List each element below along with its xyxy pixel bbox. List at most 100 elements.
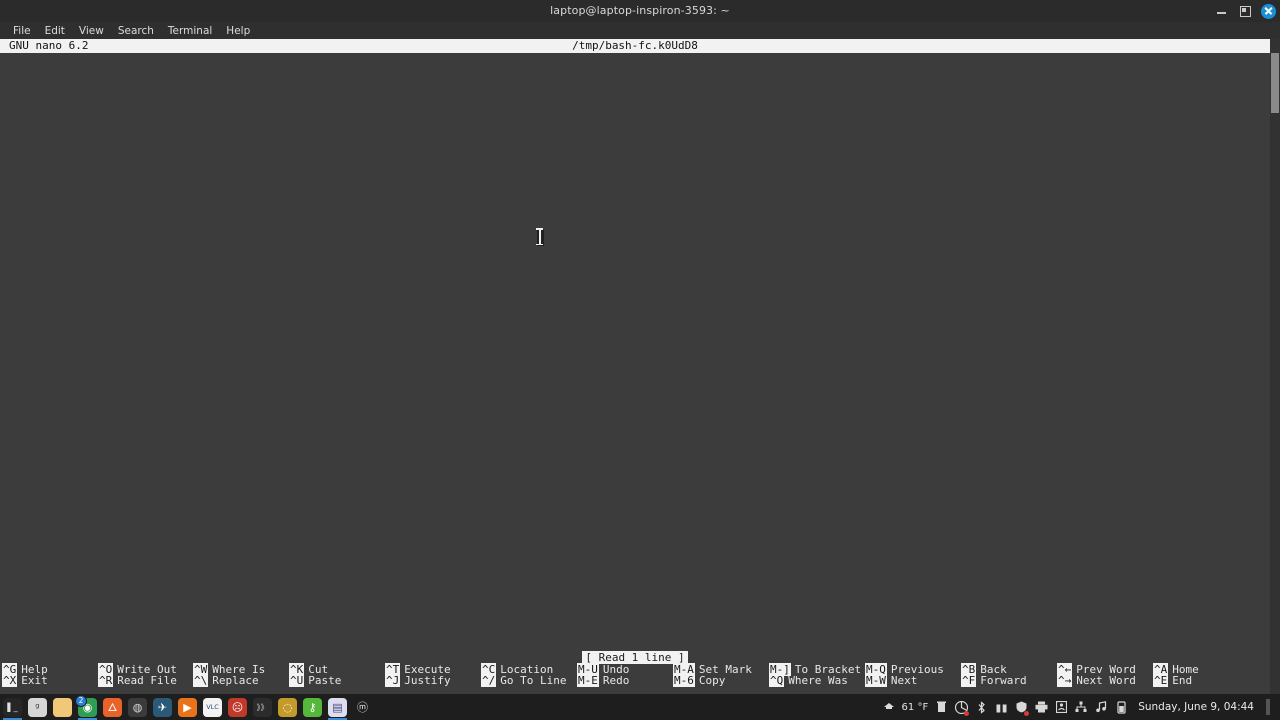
terminal-icon: ▌_ — [3, 697, 22, 717]
gift-icon[interactable] — [994, 699, 1008, 715]
nano-shortcut-read-file[interactable]: ^R Read File — [98, 674, 177, 687]
nano-shortcut-key: ^J — [385, 674, 401, 687]
panel-drag-handle[interactable] — [1266, 699, 1270, 715]
taskbar: ▌_ ᵍ ◉2 🜂 ◍ ✈ ▶ VLC ☹ 》》 ◌ ⚷ ▤ ⓜ 61 °F — [0, 694, 1280, 720]
launcher-key-app[interactable]: ⚷ — [300, 694, 325, 720]
media-player-icon: ▶ — [178, 697, 197, 717]
nano-shortcut-paste[interactable]: ^U Paste — [289, 674, 342, 687]
close-button[interactable] — [1261, 3, 1276, 19]
nano-shortcut-bar: ^G Help ^O Write Out ^W Where Is ^K Cut ^T Execut… — [0, 663, 1280, 694]
nano-shortcut-label: Replace — [212, 674, 259, 687]
taskbar-launchers: ▌_ ᵍ ◉ 2 🜂 ◍ ✈ ▶ VLC ☹ 》》 ◌ ⚷ ▤ ⓜ — [0, 694, 375, 720]
nano-shortcut-label: End — [1172, 674, 1193, 687]
volume-icon[interactable] — [1094, 699, 1108, 715]
display-icon[interactable] — [1054, 699, 1068, 715]
nano-edit-buffer[interactable] — [0, 53, 1270, 653]
nano-shortcut-exit[interactable]: ^X Exit — [2, 674, 48, 687]
nano-shortcut-key: ^F — [961, 674, 977, 687]
screen-recorder-icon: ◌ — [278, 697, 297, 717]
menu-item-file[interactable]: File — [6, 23, 38, 39]
nano-shortcut-justify[interactable]: ^J Justify — [385, 674, 451, 687]
menu-bar: File Edit View Search Terminal Help — [0, 22, 1280, 39]
mouse-ibeam-cursor — [536, 228, 544, 246]
nano-shortcut-key: ^→ — [1057, 674, 1073, 687]
launcher-screen-recorder[interactable]: ◌ — [275, 694, 300, 720]
nano-shortcut-next-word[interactable]: ^→ Next Word — [1057, 674, 1136, 687]
nano-shortcut-key: ^R — [98, 674, 114, 687]
weather-cloud-icon[interactable] — [882, 699, 896, 715]
launcher-firefox[interactable]: 🜂 — [100, 694, 125, 720]
launcher-file-manager[interactable] — [50, 694, 75, 720]
nano-shortcut-key: M-6 — [673, 674, 695, 687]
menu-item-edit[interactable]: Edit — [38, 23, 72, 39]
nano-filename-label: /tmp/bash-fc.k0UdD8 — [572, 39, 698, 52]
nano-shortcut-label: Next Word — [1076, 674, 1136, 687]
nano-shortcut-replace[interactable]: ^\ Replace — [193, 674, 259, 687]
nano-shortcut-next[interactable]: M-W Next — [865, 674, 917, 687]
bluetooth-icon[interactable] — [974, 699, 988, 715]
trash-icon[interactable] — [934, 699, 948, 715]
launcher-steam[interactable]: ✈ — [150, 694, 175, 720]
firefox-icon: 🜂 — [103, 697, 122, 717]
launcher-google-chrome[interactable]: ◉ 2 — [75, 694, 100, 720]
nano-shortcut-label: Paste — [308, 674, 342, 687]
launcher-vlc[interactable]: VLC — [200, 694, 225, 720]
launcher-badge: 2 — [75, 694, 87, 707]
nano-shortcut-key: M-W — [865, 674, 887, 687]
obs-studio-icon: ◍ — [128, 697, 147, 717]
purple-app-icon: ▤ — [328, 697, 347, 717]
maximize-button[interactable] — [1238, 4, 1252, 18]
nano-shortcut-forward[interactable]: ^F Forward — [961, 674, 1027, 687]
menu-item-search[interactable]: Search — [111, 23, 161, 39]
nano-shortcut-label: Where Was — [788, 674, 848, 687]
menu-item-view[interactable]: View — [72, 23, 111, 39]
nano-shortcut-key: ^/ — [481, 674, 497, 687]
menu-item-terminal[interactable]: Terminal — [161, 23, 219, 39]
linux-mint-icon: ⓜ — [353, 697, 372, 717]
nano-title-bar: GNU nano 6.2 /tmp/bash-fc.k0UdD8 — [0, 39, 1270, 53]
network-icon[interactable] — [1074, 699, 1088, 715]
launcher-video-editor[interactable]: 》》 — [250, 694, 275, 720]
nano-shortcut-label: Forward — [980, 674, 1027, 687]
file-manager-icon — [53, 697, 72, 717]
desktop-screen: laptop@laptop-inspiron-3593: ~ File Edit… — [0, 0, 1280, 720]
nano-shortcut-copy[interactable]: M-6 Copy — [673, 674, 726, 687]
steam-icon: ✈ — [153, 697, 172, 717]
menu-item-help[interactable]: Help — [219, 23, 257, 39]
terminal-scrollbar[interactable] — [1270, 39, 1280, 694]
nano-shortcut-redo[interactable]: M-E Redo — [577, 674, 630, 687]
battery-icon[interactable] — [1114, 699, 1128, 715]
nano-shortcut-label: Copy — [698, 674, 726, 687]
launcher-linux-mint[interactable]: ⓜ — [350, 694, 375, 720]
printer-icon[interactable] — [1034, 699, 1048, 715]
video-editor-icon: 》》 — [253, 697, 272, 717]
mate-app-icon: ᵍ — [28, 697, 47, 717]
nano-shortcut-go-to-line[interactable]: ^/Go To Line — [481, 674, 567, 687]
terminal-area[interactable]: GNU nano 6.2 /tmp/bash-fc.k0UdD8 [ Read … — [0, 39, 1280, 694]
google-chrome-icon: ◉ 2 — [75, 694, 97, 717]
launcher-red-app[interactable]: ☹ — [225, 694, 250, 720]
update-manager-icon[interactable] — [954, 699, 970, 716]
nano-shortcut-label: Go To Line — [500, 674, 567, 687]
nano-shortcut-end[interactable]: ^E End — [1153, 674, 1193, 687]
launcher-media-player[interactable]: ▶ — [175, 694, 200, 720]
clock[interactable]: Sunday, June 9, 04:44 — [1134, 701, 1258, 713]
minimize-button[interactable] — [1215, 4, 1229, 18]
launcher-purple-app[interactable]: ▤ — [325, 694, 350, 720]
shield-icon[interactable] — [1014, 699, 1030, 716]
launcher-mate-app[interactable]: ᵍ — [25, 694, 50, 720]
weather-temperature[interactable]: 61 °F — [902, 702, 929, 713]
launcher-obs-studio[interactable]: ◍ — [125, 694, 150, 720]
nano-shortcut-where-was[interactable]: ^Q Where Was — [769, 674, 848, 687]
nano-shortcut-label: Justify — [404, 674, 451, 687]
window-titlebar[interactable]: laptop@laptop-inspiron-3593: ~ — [0, 0, 1280, 22]
nano-shortcut-key: ^U — [289, 674, 305, 687]
launcher-terminal[interactable]: ▌_ — [0, 694, 25, 720]
nano-shortcut-key: ^Q — [769, 674, 785, 687]
window-title: laptop@laptop-inspiron-3593: ~ — [550, 4, 730, 17]
terminal-scrollbar-thumb[interactable] — [1271, 53, 1279, 113]
nano-shortcut-label: Redo — [602, 674, 630, 687]
key-app-icon: ⚷ — [303, 697, 322, 717]
nano-shortcut-key: ^\ — [193, 674, 209, 687]
red-app-icon: ☹ — [228, 697, 247, 717]
